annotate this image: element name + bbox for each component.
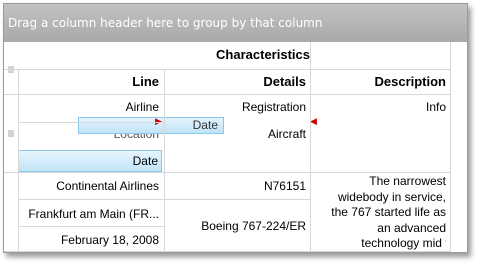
group-by-hint: Drag a column header here to group by th… — [8, 16, 323, 30]
cell-aircraft[interactable]: Boeing 767-224/ER — [164, 219, 306, 233]
row-divider — [18, 226, 164, 227]
column-header-description[interactable]: Description — [312, 74, 446, 89]
drop-indicator-arrow-left-icon: ◀ — [310, 117, 317, 127]
description-line: the 767 started life as — [331, 205, 446, 219]
row-divider — [4, 69, 450, 70]
description-line: technology mid to la — [361, 236, 446, 250]
description-line: widebody in service, — [337, 189, 446, 204]
row-divider — [4, 172, 450, 173]
cell-description[interactable]: The narrowest widebody in service, the 7… — [312, 174, 446, 252]
description-line: The narrowest — [369, 174, 446, 188]
field-date[interactable]: Date — [18, 150, 162, 172]
cell-location[interactable]: Frankfurt am Main (FR... — [18, 207, 159, 221]
column-divider — [310, 42, 311, 252]
column-divider — [18, 69, 19, 252]
field-row-grip-icon[interactable] — [8, 130, 14, 137]
row-divider — [4, 251, 450, 252]
drag-ghost-date[interactable]: Date — [78, 117, 224, 134]
cell-registration[interactable]: N76151 — [164, 179, 306, 193]
row-divider — [18, 122, 164, 123]
description-line: an advanced — [377, 220, 446, 235]
band-header-characteristics[interactable]: Characteristics — [164, 47, 310, 62]
cell-airline[interactable]: Continental Airlines — [18, 179, 159, 193]
field-info[interactable]: Info — [312, 100, 446, 114]
field-registration[interactable]: Registration — [164, 100, 306, 114]
column-divider — [164, 69, 165, 252]
data-grid: Drag a column header here to group by th… — [3, 3, 468, 253]
row-divider — [4, 94, 450, 95]
column-divider — [450, 42, 451, 252]
column-header-line[interactable]: Line — [18, 74, 159, 89]
cell-date[interactable]: February 18, 2008 — [18, 233, 159, 247]
column-header-details[interactable]: Details — [164, 74, 306, 89]
group-by-panel[interactable]: Drag a column header here to group by th… — [4, 4, 467, 42]
field-airline[interactable]: Airline — [18, 100, 159, 114]
